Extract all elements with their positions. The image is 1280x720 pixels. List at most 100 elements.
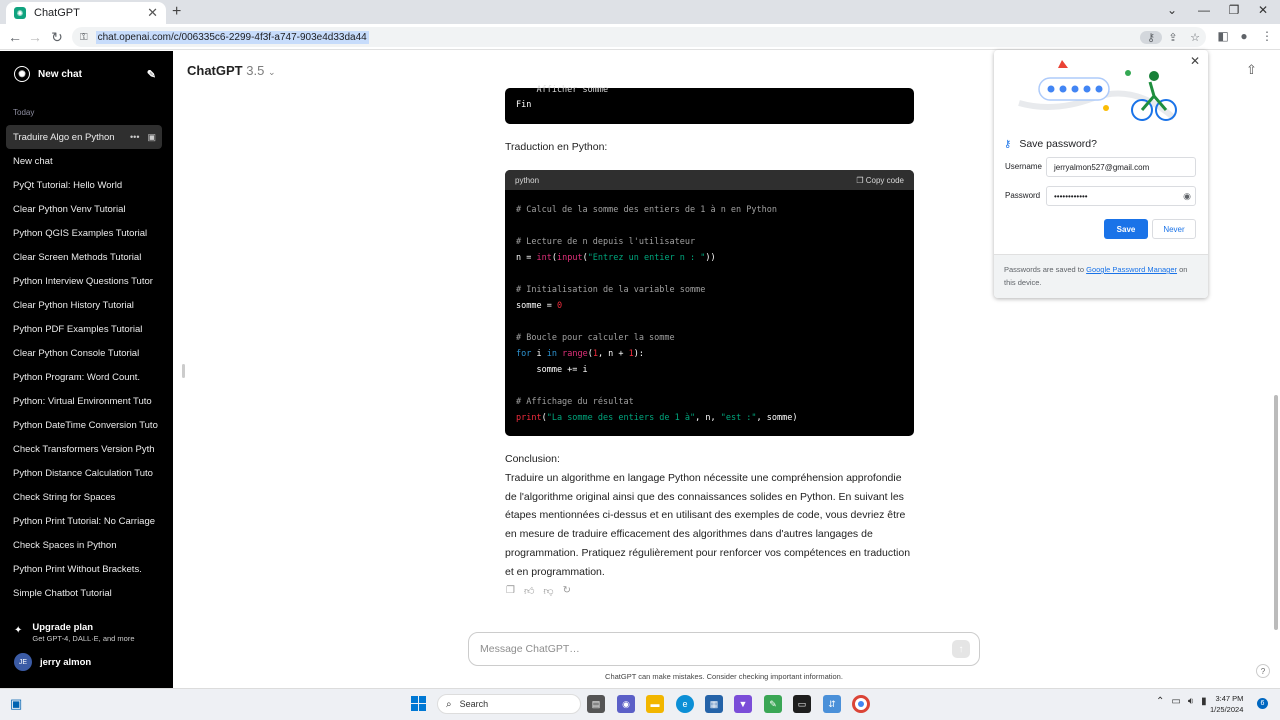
- forward-icon[interactable]: →: [25, 29, 45, 45]
- chat-history-list: Traduire Algo en Python ••• ▣ New chat Py…: [6, 125, 162, 605]
- help-icon[interactable]: ?: [1256, 664, 1270, 678]
- window-close-icon[interactable]: ✕: [1248, 3, 1278, 17]
- edge-icon[interactable]: e: [676, 695, 694, 713]
- message-input[interactable]: Message ChatGPT… ↑: [468, 632, 980, 666]
- tab-title: ChatGPT: [34, 7, 80, 19]
- chat-item[interactable]: Python PDF Examples Tutorial: [6, 317, 162, 341]
- chat-item[interactable]: Python Print Tutorial: No Carriage: [6, 509, 162, 533]
- username-field[interactable]: jerryalmon527@gmail.com: [1046, 157, 1196, 177]
- tab-search-chevron-icon[interactable]: ⌄: [1157, 3, 1187, 17]
- model-selector[interactable]: ChatGPT 3.5 ⌄: [187, 63, 276, 78]
- chat-item[interactable]: Python Print Without Brackets.: [6, 557, 162, 581]
- chat-item[interactable]: Python QGIS Examples Tutorial: [6, 221, 162, 245]
- password-manager-link[interactable]: Google Password Manager: [1086, 265, 1177, 274]
- section-today: Today: [13, 108, 35, 117]
- chat-item[interactable]: Clear Python Venv Tutorial: [6, 197, 162, 221]
- clock[interactable]: 3:47 PM 1/25/2024: [1210, 693, 1243, 715]
- save-button[interactable]: Save: [1104, 219, 1148, 239]
- chat-item[interactable]: Check Spaces in Python: [6, 533, 162, 557]
- notepad-icon[interactable]: ✎: [764, 695, 782, 713]
- network-icon[interactable]: ▭: [1171, 696, 1180, 707]
- browser-menu-icon[interactable]: ⋮: [1256, 29, 1278, 43]
- browser-tab[interactable]: ✺ ChatGPT ✕: [6, 2, 166, 24]
- code-token: input: [556, 253, 583, 263]
- chat-item[interactable]: Python DateTime Conversion Tuto: [6, 413, 162, 437]
- new-tab-icon[interactable]: +: [172, 3, 181, 21]
- code-token: somme =: [516, 301, 557, 311]
- compose-icon[interactable]: ✎: [147, 68, 156, 81]
- scrollbar[interactable]: [1274, 395, 1278, 630]
- share-icon[interactable]: ⇧: [1246, 62, 1257, 78]
- sidebar-collapse-handle[interactable]: [182, 364, 185, 378]
- conclusion-label: Conclusion:: [505, 453, 560, 465]
- archive-icon[interactable]: ▣: [147, 132, 156, 143]
- bookmark-star-icon[interactable]: ☆: [1184, 31, 1206, 44]
- chatgpt-favicon-icon: ✺: [14, 7, 26, 19]
- store-icon[interactable]: ▦: [705, 695, 723, 713]
- taskbar-search[interactable]: ⌕ Search: [437, 694, 581, 714]
- notification-badge[interactable]: 6: [1257, 698, 1268, 709]
- thumbs-up-icon[interactable]: 👍︎: [524, 585, 534, 597]
- upgrade-plan-button[interactable]: ✦ Upgrade plan Get GPT-4, DALL·E, and mo…: [14, 622, 164, 643]
- send-icon[interactable]: ↑: [952, 640, 970, 658]
- site-info-icon[interactable]: ⚿: [80, 32, 88, 43]
- disclaimer: ChatGPT can make mistakes. Consider chec…: [605, 672, 843, 681]
- chat-item-active[interactable]: Traduire Algo en Python ••• ▣: [6, 125, 162, 149]
- never-button[interactable]: Never: [1152, 219, 1196, 239]
- chat-item[interactable]: Simple Chatbot Tutorial: [6, 581, 162, 605]
- user-name: jerry almon: [40, 656, 92, 668]
- chat-item-label: Simple Chatbot Tutorial: [13, 587, 112, 599]
- widgets-icon[interactable]: ▣: [10, 696, 22, 712]
- chat-item[interactable]: New chat: [6, 149, 162, 173]
- sparkle-icon: ✦: [14, 625, 23, 636]
- password-key-icon[interactable]: ⚷: [1140, 30, 1162, 44]
- address-bar[interactable]: ⚿ chat.openai.com/c/006335c6-2299-4f3f-a…: [72, 27, 1206, 47]
- code-token: i: [531, 349, 547, 359]
- chrome-icon[interactable]: [852, 695, 870, 713]
- reload-icon[interactable]: ↻: [47, 29, 67, 46]
- side-panel-icon[interactable]: ◧: [1212, 29, 1234, 43]
- chat-item[interactable]: Check String for Spaces: [6, 485, 162, 509]
- task-view-icon[interactable]: ▤: [587, 695, 605, 713]
- chevron-up-icon[interactable]: ⌃: [1156, 696, 1164, 707]
- chat-item-label: New chat: [13, 155, 53, 167]
- chat-item[interactable]: Python Program: Word Count.: [6, 365, 162, 389]
- app-icon[interactable]: ▼: [734, 695, 752, 713]
- url-text[interactable]: chat.openai.com/c/006335c6-2299-4f3f-a74…: [95, 30, 369, 44]
- copy-icon[interactable]: ❐: [506, 585, 515, 597]
- regenerate-icon[interactable]: ↻: [563, 585, 571, 597]
- chat-item[interactable]: Python Distance Calculation Tuto: [6, 461, 162, 485]
- teams-icon[interactable]: ◉: [617, 695, 635, 713]
- new-chat-button[interactable]: ✺ New chat ✎: [6, 62, 160, 86]
- password-illustration: [1018, 60, 1177, 121]
- volume-icon[interactable]: 🔉︎: [1188, 696, 1194, 707]
- profile-icon[interactable]: ●: [1233, 29, 1255, 43]
- chat-item[interactable]: Python Interview Questions Tutor: [6, 269, 162, 293]
- chat-item[interactable]: Clear Python History Tutorial: [6, 293, 162, 317]
- chat-item[interactable]: PyQt Tutorial: Hello World: [6, 173, 162, 197]
- chat-item[interactable]: Python: Virtual Environment Tuto: [6, 389, 162, 413]
- share-page-icon[interactable]: ⇪: [1162, 31, 1184, 44]
- code-comment: # Affichage du résultat: [516, 397, 634, 407]
- file-explorer-icon[interactable]: ▬: [646, 695, 664, 713]
- chat-item[interactable]: Clear Python Console Tutorial: [6, 341, 162, 365]
- password-field[interactable]: •••••••••••• ◉: [1046, 186, 1196, 206]
- thumbs-down-icon[interactable]: 👎︎: [543, 585, 553, 597]
- user-menu[interactable]: JE jerry almon: [14, 653, 91, 671]
- minimize-icon[interactable]: —: [1189, 3, 1219, 17]
- system-tray: ⌃ ▭ 🔉︎ ▮: [1156, 696, 1207, 707]
- eye-icon[interactable]: ◉: [1183, 191, 1191, 202]
- terminal-icon[interactable]: ▭: [793, 695, 811, 713]
- more-options-icon[interactable]: •••: [130, 132, 139, 143]
- close-icon[interactable]: ✕: [1190, 54, 1200, 68]
- back-icon[interactable]: ←: [5, 29, 25, 45]
- chat-item[interactable]: Clear Screen Methods Tutorial: [6, 245, 162, 269]
- chat-item[interactable]: Check Transformers Version Pyth: [6, 437, 162, 461]
- app2-icon[interactable]: ⇵: [823, 695, 841, 713]
- windows-start-icon[interactable]: [411, 696, 427, 712]
- restore-icon[interactable]: ❐: [1219, 3, 1249, 17]
- tab-close-icon[interactable]: ✕: [147, 5, 158, 21]
- copy-code-button[interactable]: ❐ Copy code: [856, 176, 904, 185]
- chat-item-label: Python: Virtual Environment Tuto: [13, 395, 152, 407]
- battery-icon[interactable]: ▮: [1201, 696, 1207, 707]
